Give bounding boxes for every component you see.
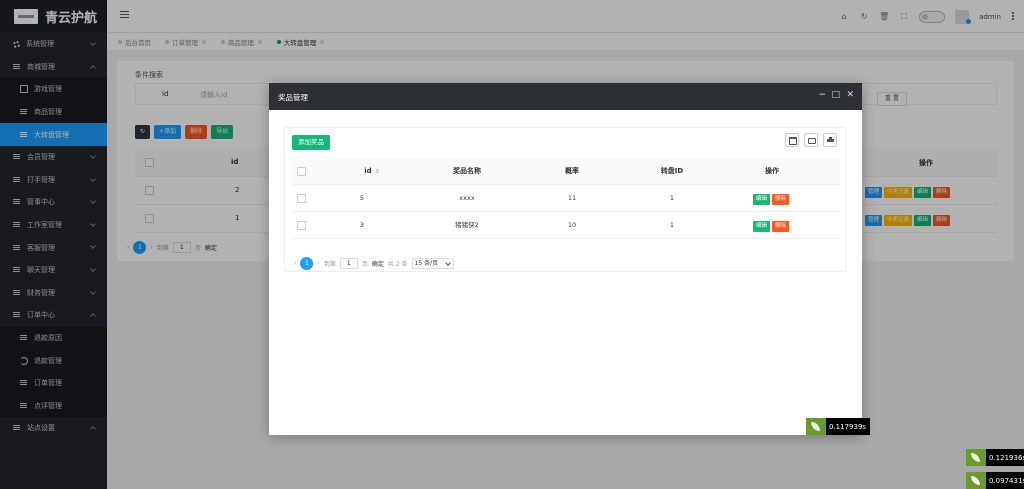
modal-pagination: ‹ 1 › 到第 1 页 确定 共 2 条 15 条/页 xyxy=(294,257,454,270)
cell-id: 3 xyxy=(359,221,365,229)
leaf-icon xyxy=(966,472,986,489)
modal-header: 奖品管理 − □ ✕ xyxy=(269,83,862,110)
cell-actions: 编辑 删除 xyxy=(722,212,822,239)
edit-button[interactable]: 编辑 xyxy=(752,221,770,232)
cell-prize-name: xxxx xyxy=(459,194,475,202)
page-size-select[interactable]: 15 条/页 xyxy=(411,258,454,269)
cell-wheel-id: 1 xyxy=(669,194,675,202)
debug-timer[interactable]: 0.117939s xyxy=(806,418,871,435)
modal-title: 奖品管理 xyxy=(278,93,308,102)
total-count: 共 2 条 xyxy=(387,261,408,268)
timer-value: 0.097431s xyxy=(989,476,1024,485)
timer-value: 0.117939s xyxy=(829,422,867,431)
table-row: 3 猪猪侠2 10 1 编辑 删除 xyxy=(292,212,840,239)
maximize-icon[interactable]: □ xyxy=(831,90,840,100)
cell-wheel-id: 1 xyxy=(669,221,675,229)
cell-probability: 10 xyxy=(567,221,577,229)
column-prize-name: 奖品名称 xyxy=(453,167,481,175)
prize-modal: 奖品管理 − □ ✕ 添加奖品 id ⇕ 奖品名称 概率 转盘ID 操作 5 x… xyxy=(269,83,862,435)
table-tools xyxy=(785,133,837,147)
columns-icon[interactable] xyxy=(785,133,799,147)
minimize-icon[interactable]: − xyxy=(818,90,826,100)
page-unit: 页 xyxy=(361,261,368,268)
row-checkbox[interactable] xyxy=(297,194,306,203)
page-number[interactable]: 1 xyxy=(300,257,314,270)
edit-button[interactable]: 编辑 xyxy=(752,194,770,205)
cell-id: 5 xyxy=(359,194,365,202)
prize-table: id ⇕ 奖品名称 概率 转盘ID 操作 5 xxxx 11 1 编辑 删除 3 猪猪侠2 10 1… xyxy=(292,158,840,239)
app-root: 青云护航 系统管理 商城管理 游戏管理 商品管理 大转盘管理 会员管理 打手管理 管事中心 工作… xyxy=(0,0,1024,489)
cell-prize-name: 猪猪侠2 xyxy=(455,221,479,229)
table-row: 5 xxxx 11 1 编辑 删除 xyxy=(292,185,840,212)
column-actions: 操作 xyxy=(765,167,779,175)
leaf-icon xyxy=(966,449,986,466)
leaf-icon xyxy=(806,418,826,435)
sort-icon[interactable]: ⇕ xyxy=(375,158,380,185)
print-icon[interactable] xyxy=(804,133,818,147)
debug-timer[interactable]: 0.121936s xyxy=(966,449,1024,466)
prize-table-panel: 添加奖品 id ⇕ 奖品名称 概率 转盘ID 操作 5 xxxx 11 1 编辑 删除 3 猪猪… xyxy=(284,127,846,272)
goto-input[interactable]: 1 xyxy=(339,258,358,269)
next-page-icon[interactable]: › xyxy=(317,260,319,267)
debug-timer[interactable]: 0.097431s xyxy=(966,472,1024,489)
goto-label: 到第 xyxy=(323,261,336,268)
column-id-label: id xyxy=(364,167,372,175)
column-wheel-id: 转盘ID xyxy=(660,167,684,175)
timer-value: 0.121936s xyxy=(989,453,1024,462)
add-prize-button[interactable]: 添加奖品 xyxy=(292,135,330,150)
cell-actions: 编辑 删除 xyxy=(722,185,822,212)
select-all-checkbox[interactable] xyxy=(297,167,306,176)
column-id[interactable]: id ⇕ xyxy=(332,158,412,185)
goto-confirm-button[interactable]: 确定 xyxy=(372,259,384,268)
row-checkbox[interactable] xyxy=(297,221,306,230)
prev-page-icon[interactable]: ‹ xyxy=(294,260,296,267)
delete-button[interactable]: 删除 xyxy=(772,194,790,205)
close-icon[interactable]: ✕ xyxy=(846,90,854,100)
export-icon[interactable] xyxy=(823,133,837,147)
cell-probability: 11 xyxy=(567,194,577,202)
prize-table-header: id ⇕ 奖品名称 概率 转盘ID 操作 xyxy=(292,158,840,185)
column-probability: 概率 xyxy=(565,167,579,175)
delete-button[interactable]: 删除 xyxy=(772,221,790,232)
